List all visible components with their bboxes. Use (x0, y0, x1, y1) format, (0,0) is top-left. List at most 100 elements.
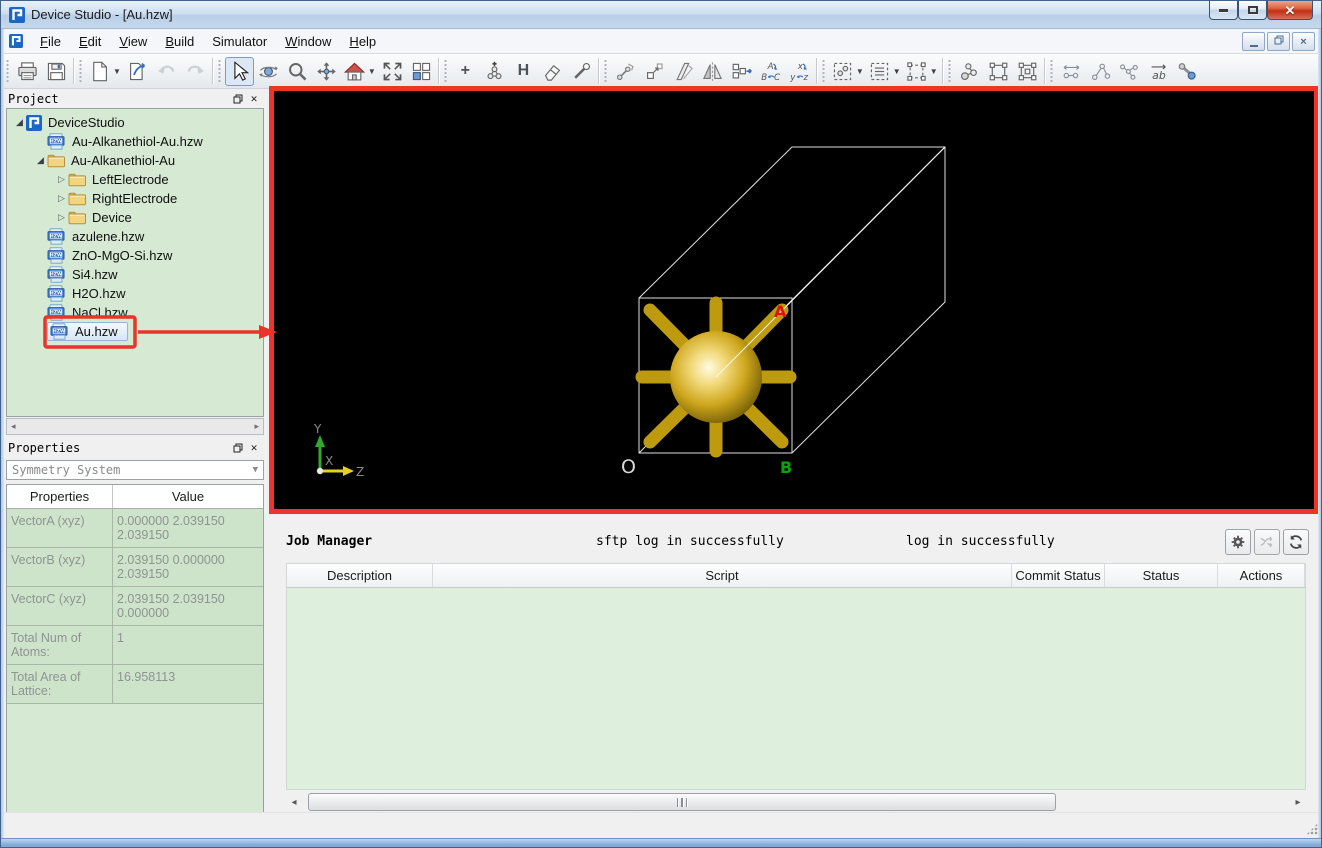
close-button[interactable]: ✕ (1267, 1, 1313, 20)
add-fragment-button[interactable] (480, 57, 509, 86)
scroll-left-arrow-icon[interactable]: ◂ (11, 421, 16, 432)
value-column-header[interactable]: Value (113, 485, 263, 508)
add-atom-button[interactable]: + (451, 57, 480, 86)
align-view-button[interactable]: ▼ (866, 57, 903, 86)
scroll-right-arrow-icon[interactable]: ▸ (1290, 792, 1306, 812)
column-header-description[interactable]: Description (287, 564, 433, 587)
tree-item-label: LeftElectrode (90, 170, 174, 189)
column-header-commit-status[interactable]: Commit Status (1012, 564, 1105, 587)
expander-collapsed-icon[interactable]: ▷ (55, 174, 68, 185)
erase-button[interactable] (538, 57, 567, 86)
build-lattice-button[interactable] (1013, 57, 1042, 86)
build-supercell-button[interactable] (984, 57, 1013, 86)
mdi-close-button[interactable]: × (1292, 32, 1315, 51)
scroll-right-arrow-icon[interactable]: ▸ (254, 421, 259, 432)
project-float-button[interactable] (230, 91, 246, 106)
menu-file[interactable]: File (31, 31, 70, 52)
expander-collapsed-icon[interactable]: ▷ (55, 193, 68, 204)
toolbar-group-handle[interactable] (444, 59, 447, 83)
open-file-button[interactable] (123, 57, 152, 86)
select-mode-button[interactable] (225, 57, 254, 86)
tile-windows-button[interactable] (407, 57, 436, 86)
home-view-button[interactable]: ▼ (341, 57, 378, 86)
measure-angle-button[interactable] (1086, 57, 1115, 86)
resize-grip[interactable] (1306, 823, 1318, 835)
expander-expanded-icon[interactable]: ◢ (34, 155, 47, 166)
measure-dihedral-button[interactable] (1115, 57, 1144, 86)
settings-button[interactable] (1225, 529, 1251, 555)
toolbar-group-handle[interactable] (6, 59, 9, 83)
tree-item-leftelectrode[interactable]: ▷ LeftElectrode (7, 170, 263, 189)
toolbar-group-handle[interactable] (218, 59, 221, 83)
refresh-button[interactable] (1283, 529, 1309, 555)
extend-structure-button[interactable] (640, 57, 669, 86)
print-button[interactable] (13, 57, 42, 86)
column-header-script[interactable]: Script (433, 564, 1012, 587)
minimize-button[interactable] (1209, 1, 1238, 20)
menu-edit[interactable]: Edit (70, 31, 110, 52)
tree-item-devicestudio[interactable]: ◢DeviceStudio (7, 113, 263, 132)
fullscreen-view-button[interactable] (378, 57, 407, 86)
menu-build[interactable]: Build (156, 31, 203, 52)
new-file-button[interactable]: ▼ (86, 57, 123, 86)
scroll-left-arrow-icon[interactable]: ◂ (286, 792, 302, 812)
tree-item-azulene-hzw[interactable]: HZWazulene.hzw (7, 227, 263, 246)
swap-abc-button[interactable]: ABC (756, 57, 785, 86)
mdi-restore-button[interactable] (1267, 32, 1290, 51)
bond-style-button[interactable] (1173, 57, 1202, 86)
undo-button[interactable] (152, 57, 181, 86)
job-hscrollbar[interactable]: ◂ ▸ (286, 791, 1306, 813)
add-hydrogen-button[interactable]: H (509, 57, 538, 86)
column-header-actions[interactable]: Actions (1218, 564, 1305, 587)
expander-collapsed-icon[interactable]: ▷ (55, 212, 68, 223)
mirror-structure-button[interactable] (698, 57, 727, 86)
tree-item-zno-mgo-si-hzw[interactable]: HZWZnO-MgO-Si.hzw (7, 246, 263, 265)
shuffle-button[interactable] (1254, 529, 1280, 555)
pan-mode-button[interactable] (312, 57, 341, 86)
job-table-body[interactable] (286, 588, 1306, 790)
toolbar-group-handle[interactable] (948, 59, 951, 83)
menu-window[interactable]: Window (276, 31, 340, 52)
properties-close-button[interactable]: ✕ (246, 440, 262, 455)
expander-expanded-icon[interactable]: ◢ (13, 117, 26, 128)
measure-distance-button[interactable] (1057, 57, 1086, 86)
tree-item-h2o-hzw[interactable]: HZWH2O.hzw (7, 284, 263, 303)
properties-float-button[interactable] (230, 440, 246, 455)
project-close-button[interactable]: ✕ (246, 91, 262, 106)
select-atoms-button[interactable]: ▼ (829, 57, 866, 86)
menu-view[interactable]: View (110, 31, 156, 52)
redo-button[interactable] (181, 57, 210, 86)
toolbar-group-handle[interactable] (1050, 59, 1053, 83)
structure-viewport[interactable]: A B O Y Z X (269, 86, 1319, 514)
maximize-button[interactable] (1238, 1, 1267, 20)
zoom-mode-button[interactable] (283, 57, 312, 86)
edit-structure-button[interactable] (669, 57, 698, 86)
vector-ab-button[interactable]: ab (1144, 57, 1173, 86)
tree-item-au-hzw[interactable]: HZWAu.hzw (7, 322, 263, 341)
tree-item-au-alkanethiol-au[interactable]: ◢Au-Alkanethiol-Au (7, 151, 263, 170)
menu-simulator[interactable]: Simulator (203, 31, 276, 52)
draw-bond-button[interactable] (567, 57, 596, 86)
save-button[interactable] (42, 57, 71, 86)
rotate-mode-button[interactable] (254, 57, 283, 86)
tree-item-si4-hzw[interactable]: HZWSi4.hzw (7, 265, 263, 284)
project-hscrollbar[interactable]: ◂ ▸ (6, 418, 264, 435)
cell-boundary-button[interactable]: ▼ (903, 57, 940, 86)
tree-item-au-alkanethiol-au-hzw[interactable]: HZWAu-Alkanethiol-Au.hzw (7, 132, 263, 151)
properties-column-header[interactable]: Properties (7, 485, 113, 508)
column-header-status[interactable]: Status (1105, 564, 1218, 587)
tree-item-device[interactable]: ▷Device (7, 208, 263, 227)
toolbar-group-handle[interactable] (604, 59, 607, 83)
toolbar-group-handle[interactable] (79, 59, 82, 83)
replicate-structure-button[interactable] (727, 57, 756, 86)
toolbar-group-handle[interactable] (822, 59, 825, 83)
mdi-minimize-button[interactable] (1242, 32, 1265, 51)
swap-xyz-button[interactable]: xyz (785, 57, 814, 86)
tree-item-nacl-hzw[interactable]: HZWNaCl.hzw (7, 303, 263, 322)
build-cluster-button[interactable] (955, 57, 984, 86)
property-type-select[interactable]: Symmetry System ▼ (6, 460, 264, 480)
adjust-bond-button[interactable] (611, 57, 640, 86)
menu-help[interactable]: Help (340, 31, 385, 52)
scroll-thumb[interactable] (308, 793, 1056, 811)
tree-item-rightelectrode[interactable]: ▷RightElectrode (7, 189, 263, 208)
